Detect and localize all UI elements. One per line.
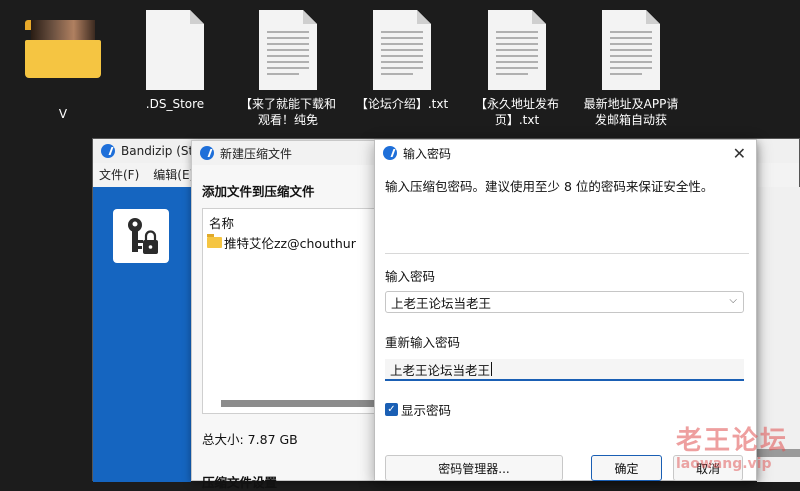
settings-heading: 压缩文件设置 <box>202 475 278 490</box>
checkbox-checked-icon[interactable]: ✓ <box>385 403 398 416</box>
desktop-icon-text-4[interactable]: 最新地址及APP请发邮箱自动获 <box>576 10 686 128</box>
close-icon[interactable]: ✕ <box>733 144 746 163</box>
desktop-icon-label: 【来了就能下载和观看！纯免 <box>240 97 336 127</box>
desktop-icon-label: V <box>58 107 68 121</box>
bandizip-logo-icon <box>383 146 397 160</box>
text-file-icon <box>488 10 546 90</box>
list-item[interactable]: 推特艾伦zz@chouthur <box>207 233 356 252</box>
text-file-icon <box>602 10 660 90</box>
menu-file[interactable]: 文件(F) <box>99 166 139 183</box>
password-manager-button[interactable]: 密码管理器... <box>385 455 563 481</box>
desktop-icon-label: 最新地址及APP请发邮箱自动获 <box>583 97 679 127</box>
password-value: 上老王论坛当老王 <box>391 295 492 311</box>
horizontal-scrollbar[interactable] <box>221 400 376 407</box>
desktop-icon-text-3[interactable]: 【永久地址发布页】.txt <box>462 10 572 128</box>
watermark-url: laowang.vip <box>676 456 772 472</box>
window-title: 新建压缩文件 <box>220 146 293 161</box>
desktop-icon-v[interactable]: V <box>8 10 118 122</box>
text-file-icon <box>373 10 431 90</box>
reenter-password-field[interactable]: 上老王论坛当老王 <box>385 359 744 381</box>
folder-icon <box>21 16 105 86</box>
reenter-label: 重新输入密码 <box>385 335 461 350</box>
dialog-title: 输入密码 <box>403 146 452 161</box>
folder-icon <box>207 234 222 248</box>
menu-edit[interactable]: 编辑(E) <box>153 166 194 183</box>
text-file-icon <box>259 10 317 90</box>
file-list[interactable]: 名称 推特艾伦zz@chouthur <box>202 208 380 414</box>
sidebar-panel <box>93 187 191 482</box>
desktop-icon-ds-store[interactable]: .DS_Store <box>120 10 230 112</box>
ok-button[interactable]: 确定 <box>591 455 662 481</box>
dialog-titlebar: 输入密码 ✕ <box>375 140 756 166</box>
list-item-label: 推特艾伦zz@chouthur <box>224 236 356 251</box>
blank-file-icon <box>146 10 204 90</box>
password-label: 输入密码 <box>385 269 436 284</box>
show-password-label: 显示密码 <box>401 403 452 418</box>
dialog-description: 输入压缩包密码。建议使用至少 8 位的密码来保证安全性。 <box>385 179 714 194</box>
section-heading: 添加文件到压缩文件 <box>202 184 315 199</box>
list-header-name[interactable]: 名称 <box>209 213 234 232</box>
desktop-icon-label: 【论坛介绍】.txt <box>355 97 449 111</box>
desktop-icon-label: 【永久地址发布页】.txt <box>474 97 559 127</box>
desktop-icon-text-1[interactable]: 【来了就能下载和观看！纯免 <box>233 10 343 128</box>
total-size: 总大小: 7.87 GB <box>202 432 298 447</box>
divider <box>385 253 749 254</box>
encrypt-key-icon[interactable] <box>113 209 169 263</box>
reenter-value: 上老王论坛当老王 <box>390 362 491 378</box>
chevron-down-icon[interactable]: ⌵ <box>729 295 737 306</box>
password-combobox[interactable]: 上老王论坛当老王 ⌵ <box>385 291 744 313</box>
desktop-icon-label: .DS_Store <box>145 97 205 111</box>
desktop-icon-text-2[interactable]: 【论坛介绍】.txt <box>347 10 457 112</box>
text-cursor <box>491 362 493 376</box>
bandizip-logo-icon <box>101 144 115 158</box>
bandizip-logo-icon <box>200 146 214 160</box>
watermark-text: 老王论坛 <box>676 426 789 456</box>
show-password-option[interactable]: ✓ 显示密码 <box>385 400 451 419</box>
